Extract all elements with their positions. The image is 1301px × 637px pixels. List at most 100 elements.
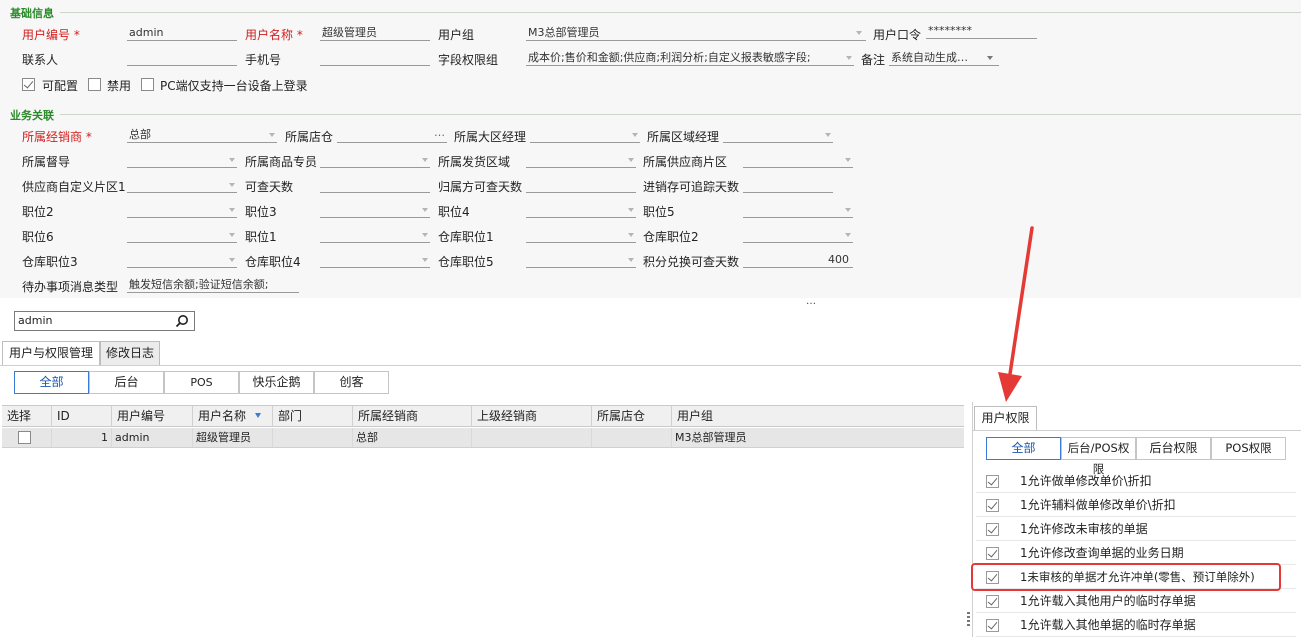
wh-pos3-select[interactable] bbox=[127, 253, 237, 268]
area-manager-label: 所属区域经理 bbox=[647, 130, 720, 144]
filter-pos[interactable]: POS bbox=[164, 371, 239, 394]
search-icon[interactable] bbox=[175, 314, 189, 328]
dealer-select[interactable]: 总部 bbox=[127, 128, 277, 143]
permission-item[interactable]: 1允许载入其他用户的临时存单据 bbox=[976, 590, 1296, 613]
permission-checkbox[interactable] bbox=[986, 595, 999, 608]
pos4-select[interactable] bbox=[526, 203, 636, 218]
row-select-checkbox[interactable] bbox=[18, 431, 31, 444]
wh-pos4-select[interactable] bbox=[320, 253, 430, 268]
ship-area-label: 所属发货区域 bbox=[438, 155, 511, 169]
cell-id: 1 bbox=[52, 428, 112, 447]
col-store[interactable]: 所属店仓 bbox=[592, 406, 672, 427]
pos2-select[interactable] bbox=[127, 203, 237, 218]
supplier-area-label: 所属供应商片区 bbox=[643, 155, 728, 169]
filter-all[interactable]: 全部 bbox=[14, 371, 89, 394]
permission-item[interactable]: 1允许辅料做单修改单价\折扣 bbox=[976, 494, 1296, 517]
col-user-code[interactable]: 用户编号 bbox=[112, 406, 193, 427]
chevron-down-icon bbox=[825, 133, 831, 137]
region-manager-select[interactable] bbox=[530, 128, 640, 143]
splitter-handle[interactable]: … bbox=[806, 296, 816, 307]
user-name-input[interactable]: 超级管理员 bbox=[320, 26, 430, 41]
permission-item[interactable]: 1允许做单修改单价\折扣 bbox=[976, 470, 1296, 493]
wh-pos1-select[interactable] bbox=[526, 228, 636, 243]
col-dept[interactable]: 部门 bbox=[273, 406, 353, 427]
pos3-select[interactable] bbox=[320, 203, 430, 218]
filter-icon[interactable] bbox=[255, 413, 261, 418]
pc-single-device-checkbox[interactable] bbox=[141, 78, 154, 91]
supplier-custom-select[interactable] bbox=[127, 178, 237, 193]
annotation-highlight-box bbox=[971, 563, 1281, 591]
chevron-down-icon bbox=[846, 56, 852, 60]
view-days-input[interactable] bbox=[320, 178, 430, 193]
ship-area-select[interactable] bbox=[526, 153, 636, 168]
user-group-select[interactable]: M3总部管理员 bbox=[526, 26, 866, 41]
permission-checkbox[interactable] bbox=[986, 499, 999, 512]
permission-item[interactable]: 1允许修改未审核的单据 bbox=[976, 518, 1296, 541]
user-code-label: 用户编号 * bbox=[22, 28, 80, 42]
permission-checkbox[interactable] bbox=[986, 547, 999, 560]
col-user-group[interactable]: 用户组 bbox=[672, 406, 964, 427]
pos6-select[interactable] bbox=[127, 228, 237, 243]
filter-backend[interactable]: 后台 bbox=[89, 371, 164, 394]
goods-specialist-select[interactable] bbox=[320, 153, 430, 168]
permission-item[interactable]: 1允许修改查询单据的业务日期 bbox=[976, 542, 1296, 565]
user-name-label: 用户名称 * bbox=[245, 28, 303, 42]
col-user-name[interactable]: 用户名称 bbox=[193, 406, 273, 427]
field-perm-select[interactable]: 成本价;售价和金额;供应商;利润分析;自定义报表敏感字段; bbox=[526, 51, 854, 66]
col-dealer[interactable]: 所属经销商 bbox=[353, 406, 472, 427]
section-divider bbox=[60, 114, 1301, 115]
tab-change-log[interactable]: 修改日志 bbox=[100, 341, 160, 365]
col-parent-dealer[interactable]: 上级经销商 bbox=[472, 406, 592, 427]
col-select[interactable]: 选择 bbox=[2, 406, 52, 427]
remark-select[interactable]: 系统自动生成… bbox=[889, 51, 999, 66]
pos5-label: 职位5 bbox=[643, 205, 675, 219]
chevron-down-icon bbox=[845, 158, 851, 162]
ellipsis-icon[interactable]: … bbox=[434, 128, 445, 140]
wh-pos2-label: 仓库职位2 bbox=[643, 230, 699, 244]
wh-pos2-select[interactable] bbox=[743, 228, 853, 243]
contact-input[interactable] bbox=[127, 51, 237, 66]
user-code-input[interactable]: admin bbox=[127, 26, 237, 41]
filter-maker[interactable]: 创客 bbox=[314, 371, 389, 394]
permission-checkbox[interactable] bbox=[986, 475, 999, 488]
filter-penguin[interactable]: 快乐企鹅 bbox=[239, 371, 314, 394]
col-id[interactable]: ID bbox=[52, 406, 112, 427]
points-days-input[interactable]: 400 bbox=[743, 253, 853, 268]
perm-filter-backend[interactable]: 后台权限 bbox=[1136, 437, 1211, 460]
supplier-area-select[interactable] bbox=[743, 153, 853, 168]
area-manager-select[interactable] bbox=[723, 128, 833, 143]
disabled-checkbox[interactable] bbox=[88, 78, 101, 91]
row-select-cell bbox=[2, 428, 52, 447]
password-input[interactable]: ******** bbox=[926, 24, 1037, 39]
pos1-select[interactable] bbox=[320, 228, 430, 243]
perm-filter-pos[interactable]: POS权限 bbox=[1211, 437, 1286, 460]
permission-checkbox[interactable] bbox=[986, 523, 999, 536]
search-input[interactable]: admin bbox=[18, 314, 52, 327]
check-icon bbox=[987, 595, 998, 606]
search-box[interactable]: admin bbox=[14, 311, 195, 331]
owner-view-days-input[interactable] bbox=[526, 178, 636, 193]
tab-divider bbox=[0, 365, 1301, 366]
todo-type-select[interactable]: 触发短信余额;验证短信余额; bbox=[127, 278, 299, 293]
check-icon bbox=[987, 499, 998, 510]
perm-filter-all[interactable]: 全部 bbox=[986, 437, 1061, 460]
permission-checkbox[interactable] bbox=[986, 619, 999, 632]
store-select[interactable]: … bbox=[337, 128, 447, 143]
dealer-label: 所属经销商 * bbox=[22, 130, 92, 144]
perm-filter-backend-pos[interactable]: 后台/POS权限 bbox=[1061, 437, 1136, 476]
permission-item[interactable]: 1允许载入其他单据的临时存单据 bbox=[976, 614, 1296, 637]
vertical-splitter-handle[interactable] bbox=[967, 612, 970, 626]
wh-pos5-select[interactable] bbox=[526, 253, 636, 268]
pos5-select[interactable] bbox=[743, 203, 853, 218]
chevron-down-icon bbox=[229, 208, 235, 212]
table-row[interactable]: 1 admin 超级管理员 总部 M3总部管理员 bbox=[2, 428, 964, 448]
phone-input[interactable] bbox=[320, 51, 430, 66]
field-perm-label: 字段权限组 bbox=[438, 53, 499, 67]
tab-user-permission[interactable]: 用户与权限管理 bbox=[2, 341, 100, 365]
user-group-label: 用户组 bbox=[438, 28, 475, 42]
inv-trace-days-input[interactable] bbox=[743, 178, 833, 193]
supervisor-select[interactable] bbox=[127, 153, 237, 168]
tab-user-rights[interactable]: 用户权限 bbox=[974, 406, 1037, 430]
configurable-checkbox[interactable] bbox=[22, 78, 35, 91]
permission-label: 1允许载入其他用户的临时存单据 bbox=[1020, 594, 1196, 608]
